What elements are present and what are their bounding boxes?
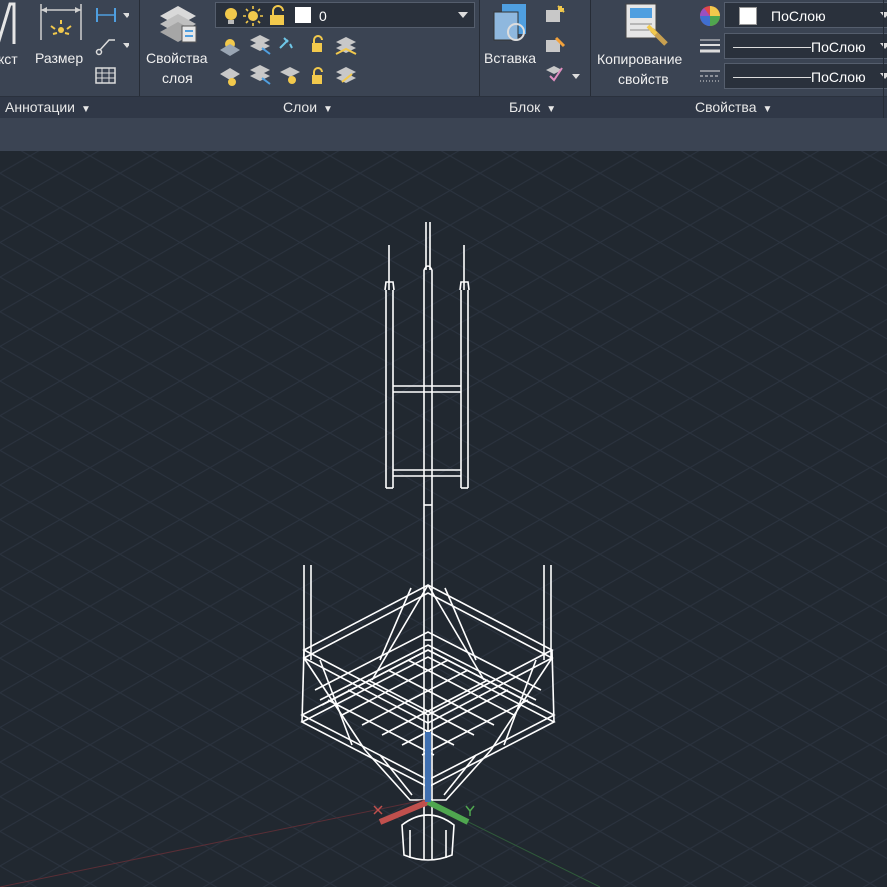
chevron-down-icon: ▼ [546, 104, 557, 115]
ribbon: кст Размер Свойства слоя 0 Вставка Копир… [0, 0, 887, 118]
chevron-down-icon: ▼ [323, 104, 333, 115]
insert-block-icon [493, 4, 526, 41]
lineweight-icon[interactable] [699, 36, 721, 58]
chevron-down-icon: ▼ [80, 104, 91, 115]
leader-icon[interactable] [95, 34, 129, 56]
linetype-dropdown[interactable]: ПоСлою [724, 63, 887, 89]
dimension-button[interactable]: Размер [32, 0, 90, 92]
drawing-viewport[interactable] [0, 151, 887, 887]
panel-title-text: Блок [509, 99, 541, 115]
panel-separator [883, 0, 884, 118]
layer-dropdown[interactable]: 0 [215, 2, 475, 28]
table-icon[interactable] [95, 64, 117, 86]
insert-block-button[interactable]: Вставка [482, 0, 540, 92]
chevron-down-icon: ▼ [762, 104, 773, 115]
dimension-label: Размер [35, 50, 84, 66]
match-properties-icon [625, 3, 668, 46]
model-canvas[interactable] [0, 151, 887, 887]
panel-title-block[interactable]: Блок ▼ [509, 99, 556, 115]
linear-dim-icon[interactable] [95, 4, 129, 26]
file-tabs-strip [0, 118, 887, 151]
unlock-icon [270, 5, 284, 25]
lineweight-value: ПоСлою [811, 39, 866, 55]
layer-color-swatch [295, 7, 311, 23]
insert-block-label: Вставка [484, 50, 537, 66]
block-tools-icons[interactable] [544, 4, 584, 94]
sun-icon [243, 6, 263, 26]
match-properties-label: Копирование [597, 51, 683, 67]
panel-title-text: Аннотации [5, 99, 75, 115]
linetype-preview [733, 77, 811, 78]
text-button-label: кст [0, 51, 18, 67]
linetype-icon[interactable] [699, 66, 721, 88]
lineweight-dropdown[interactable]: ПоСлою [724, 33, 887, 59]
current-layer-value: 0 [319, 8, 327, 24]
dimension-icon [40, 4, 82, 40]
layer-properties-button[interactable]: Свойства слоя [142, 0, 214, 92]
color-wheel-icon[interactable] [699, 5, 721, 27]
panel-title-text: Свойства [695, 99, 757, 115]
text-button[interactable]: кст [0, 0, 26, 92]
color-dropdown[interactable]: ПоСлою [724, 2, 887, 28]
match-properties-button[interactable]: Копирование свойств [594, 0, 698, 92]
layer-properties-icon [160, 6, 197, 43]
color-swatch [739, 7, 757, 25]
color-value: ПоСлою [771, 8, 826, 24]
panel-title-text: Слои [283, 99, 318, 115]
bulb-icon [225, 8, 237, 24]
layer-properties-label-2: слоя [162, 70, 193, 86]
iso-grid [0, 151, 887, 887]
panel-title-properties[interactable]: Свойства ▼ [695, 99, 772, 115]
panel-title-annotation[interactable]: Аннотации ▼ [5, 99, 91, 115]
lineweight-preview [733, 47, 811, 48]
match-properties-label-2: свойств [618, 71, 669, 87]
linetype-value: ПоСлою [811, 69, 866, 85]
panel-title-layers[interactable]: Слои ▼ [283, 99, 333, 115]
text-a-icon [0, 2, 16, 44]
chevron-down-icon [458, 12, 468, 18]
layer-properties-label: Свойства [146, 50, 208, 66]
layer-tools-icons[interactable] [218, 34, 368, 94]
